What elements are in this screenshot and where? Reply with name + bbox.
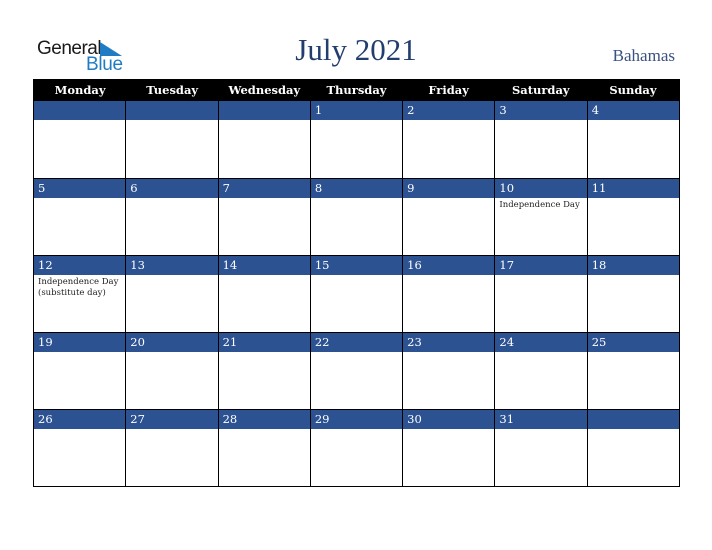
day-number: 4 — [587, 101, 679, 120]
day-number: 28 — [218, 410, 310, 429]
day-cell: 26 — [34, 410, 126, 486]
day-number: 9 — [403, 179, 495, 198]
day-number: 7 — [218, 179, 310, 198]
weekday-tuesday: Tuesday — [146, 83, 199, 97]
day-cell: 18 — [586, 256, 679, 332]
day-number — [34, 101, 126, 120]
day-cell: 6 — [125, 179, 218, 255]
day-number: 26 — [34, 410, 126, 429]
day-number: 21 — [218, 333, 310, 352]
day-number: 29 — [310, 410, 403, 429]
day-number: 23 — [403, 333, 495, 352]
day-cell: 5 — [34, 179, 126, 255]
day-cell: 4 — [586, 101, 679, 178]
day-number: 14 — [218, 256, 310, 275]
day-cell: 19 — [34, 333, 126, 409]
day-number: 17 — [495, 256, 587, 275]
day-number: 6 — [126, 179, 218, 198]
day-cell: 21 — [217, 333, 310, 409]
month-title: July 2021 — [295, 32, 417, 67]
day-number: 27 — [126, 410, 218, 429]
day-number: 24 — [495, 333, 587, 352]
day-cell: 23 — [402, 333, 495, 409]
day-cell: 12 Independence Day (substitute day) — [34, 256, 126, 332]
weekday-thursday: Thursday — [326, 83, 387, 97]
day-number: 19 — [34, 333, 126, 352]
day-cell: 27 — [125, 410, 218, 486]
day-cell: 14 — [217, 256, 310, 332]
day-number: 3 — [495, 101, 587, 120]
day-cell — [125, 101, 218, 178]
day-cell: 10 Independence Day — [494, 179, 587, 255]
day-cell: 22 — [309, 333, 403, 409]
day-cell: 30 — [402, 410, 495, 486]
day-number: 31 — [495, 410, 587, 429]
week-row: 19 20 21 22 23 24 25 — [34, 332, 679, 409]
day-cell: 28 — [217, 410, 310, 486]
week-row: 1234 — [34, 101, 679, 178]
holiday-label: Independence Day — [499, 200, 580, 210]
day-number: 15 — [310, 256, 403, 275]
day-cell: 25 — [586, 333, 679, 409]
day-cell — [34, 101, 126, 178]
day-number: 1 — [310, 101, 403, 120]
day-cell: 16 — [402, 256, 495, 332]
country-label: Bahamas — [612, 46, 675, 65]
day-number: 16 — [403, 256, 495, 275]
day-cell: 1 — [309, 101, 403, 178]
day-number: 12 — [34, 256, 126, 275]
calendar-grid: Monday Tuesday Wednesday Thursday Friday… — [33, 79, 680, 487]
weekday-saturday: Saturday — [511, 83, 570, 97]
day-number: 25 — [587, 333, 679, 352]
holiday-label: Independence Day (substitute day) — [38, 277, 119, 298]
day-cell: 11 — [586, 179, 679, 255]
weekday-wednesday: Wednesday — [228, 83, 301, 97]
day-number: 20 — [126, 333, 218, 352]
day-number: 30 — [403, 410, 495, 429]
day-number: 22 — [310, 333, 403, 352]
day-cell: 17 — [494, 256, 587, 332]
day-cell: 15 — [309, 256, 403, 332]
weekday-header-row: Monday Tuesday Wednesday Thursday Friday… — [34, 79, 679, 101]
day-number — [218, 101, 310, 120]
day-cell: 20 — [125, 333, 218, 409]
day-number: 11 — [587, 179, 679, 198]
day-cell: 3 — [494, 101, 587, 178]
day-cell: 31 — [494, 410, 587, 486]
weekday-monday: Monday — [54, 83, 106, 97]
day-cell: 9 — [402, 179, 495, 255]
day-number — [587, 410, 679, 429]
week-row: 5 6 7 8 9 10 Independence Day 11 — [34, 178, 679, 255]
week-row: 26 27 28 29 30 31 — [34, 409, 679, 486]
day-number: 13 — [126, 256, 218, 275]
day-cell: 7 — [217, 179, 310, 255]
day-cell: 13 — [125, 256, 218, 332]
day-number: 18 — [587, 256, 679, 275]
day-cell: 29 — [309, 410, 403, 486]
day-cell: 8 — [309, 179, 403, 255]
weekday-sunday: Sunday — [609, 83, 657, 97]
day-number: 10 — [495, 179, 587, 198]
day-number: 2 — [403, 101, 495, 120]
day-cell: 24 — [494, 333, 587, 409]
day-cell — [586, 410, 679, 486]
day-number: 8 — [310, 179, 403, 198]
week-row: 12 Independence Day (substitute day) 13 14 1… — [34, 255, 679, 332]
day-number: 5 — [34, 179, 126, 198]
day-cell: 2 — [402, 101, 495, 178]
day-cell — [217, 101, 310, 178]
day-number — [126, 101, 218, 120]
weekday-friday: Friday — [428, 83, 469, 97]
